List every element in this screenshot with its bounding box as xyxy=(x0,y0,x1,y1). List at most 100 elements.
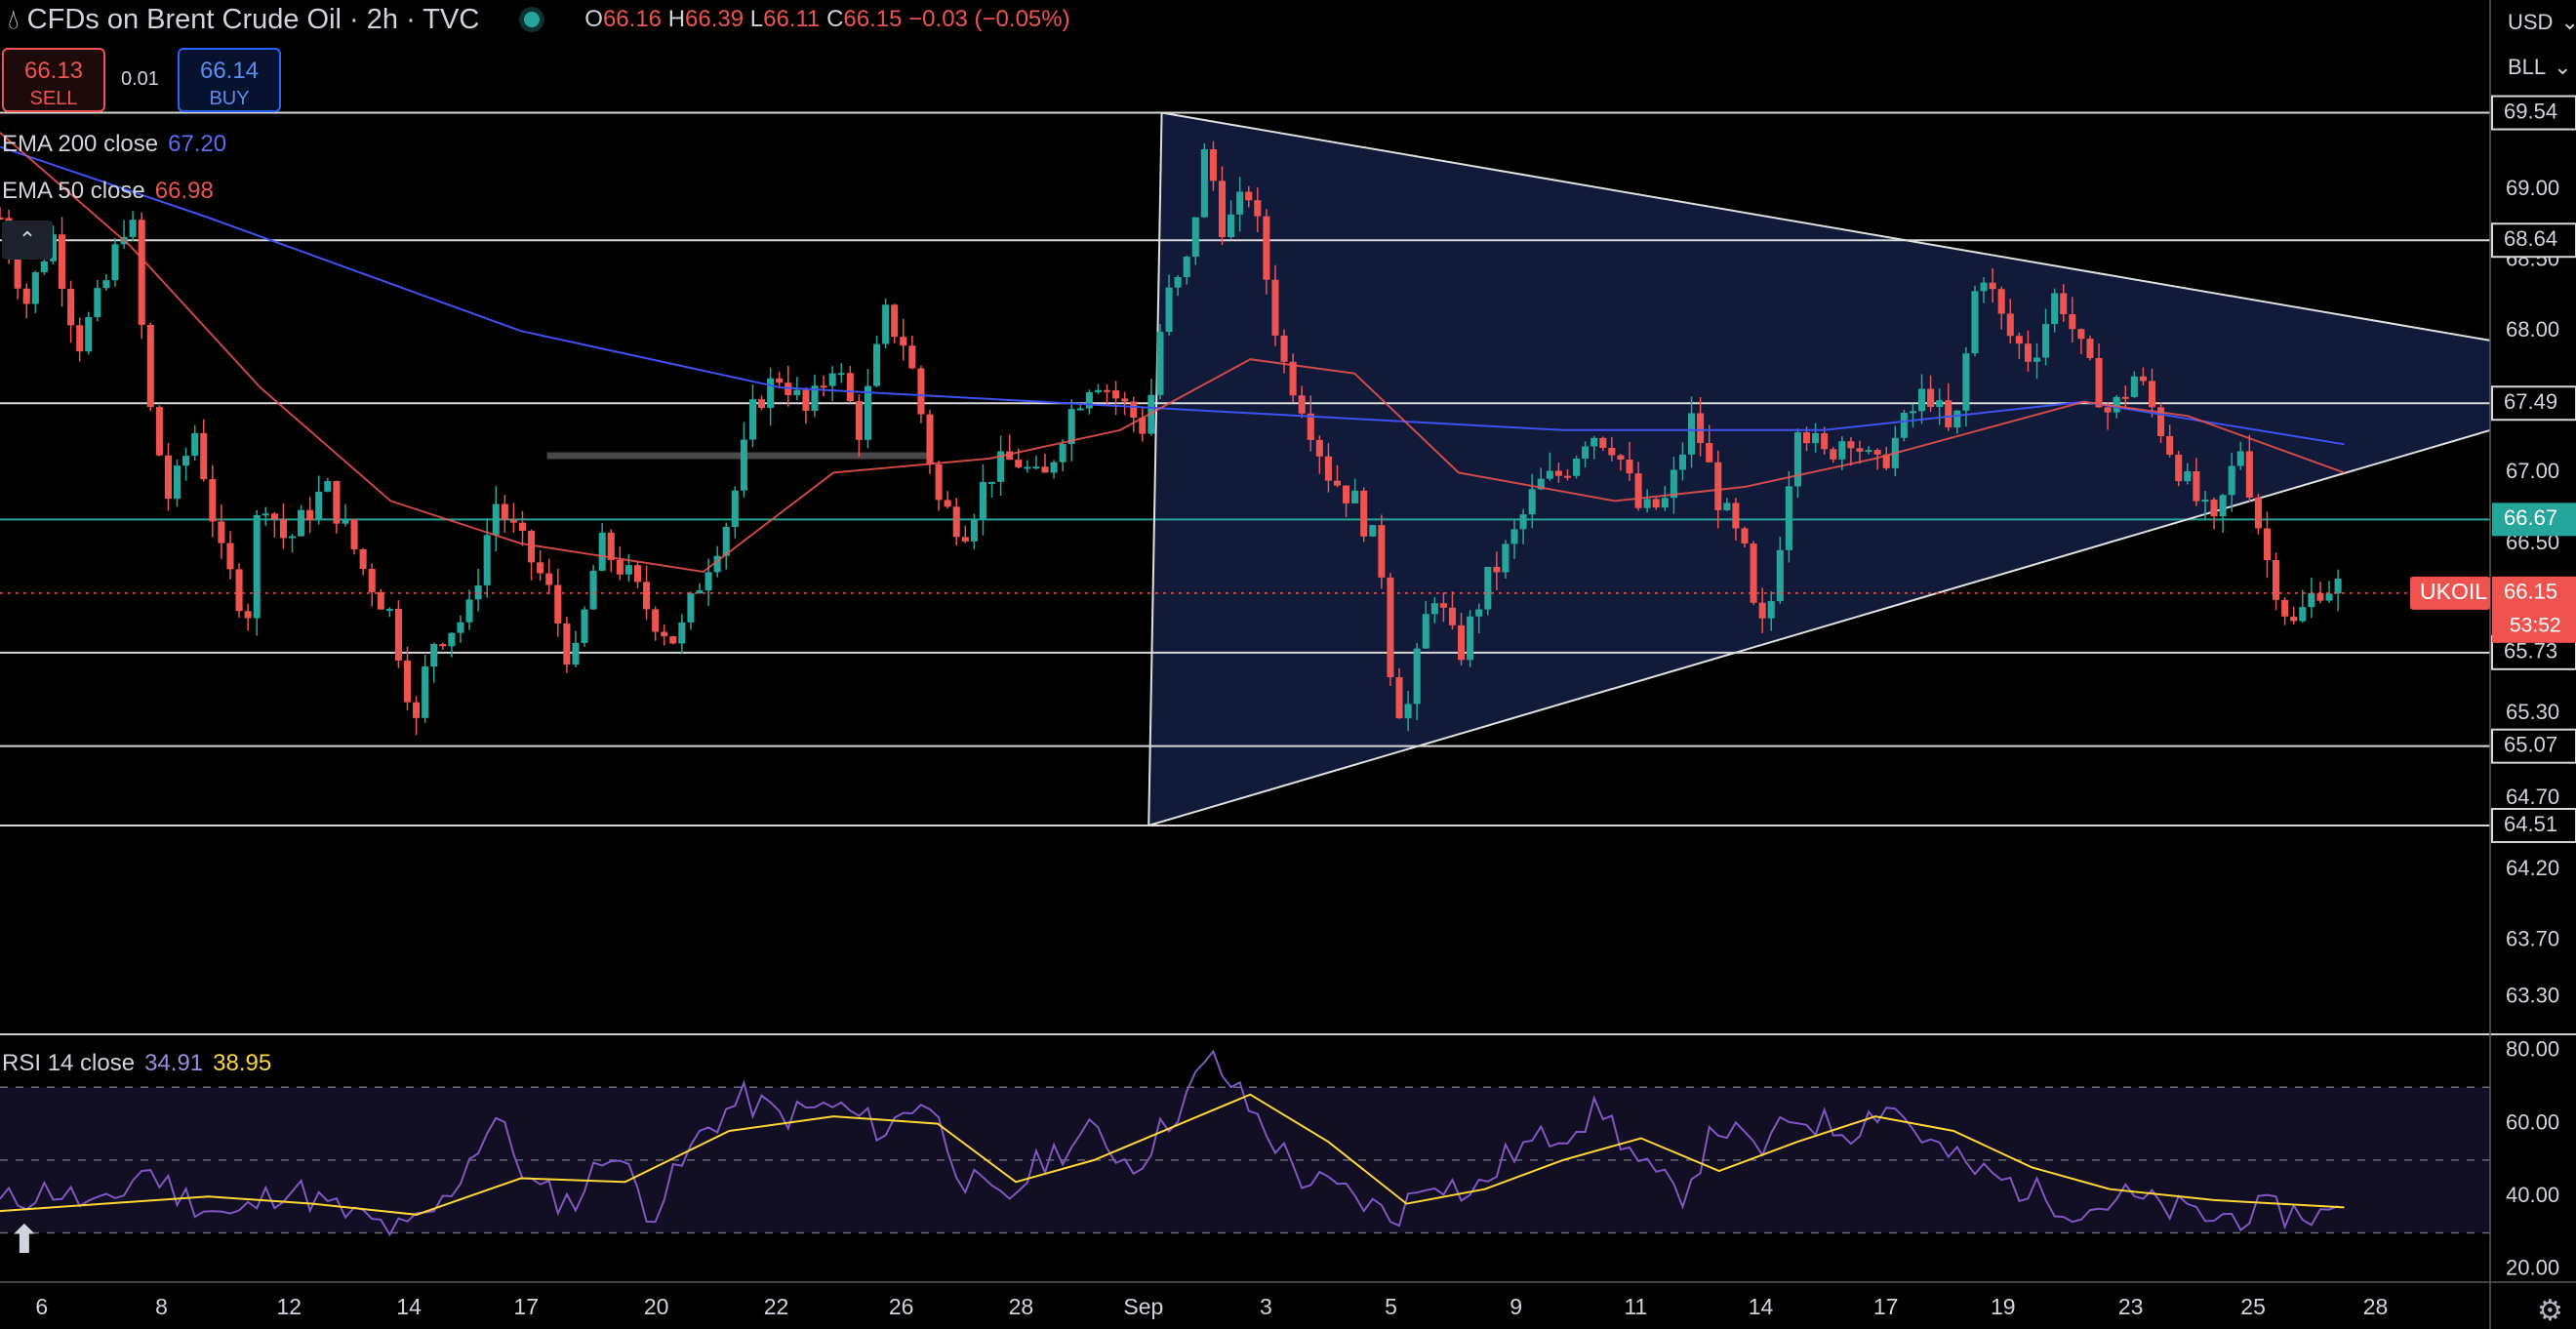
candle-body xyxy=(572,642,580,665)
candle-body xyxy=(1909,411,1916,414)
candle-body xyxy=(483,535,491,585)
market-status-icon[interactable] xyxy=(524,12,541,27)
spread-value: 0.01 xyxy=(121,68,159,90)
candle-body xyxy=(2299,607,2307,622)
candle-body xyxy=(669,636,677,644)
candle-body xyxy=(1812,432,1820,444)
candle-body xyxy=(1333,480,1342,486)
ema-200-legend[interactable]: EMA 200 close 67.20 xyxy=(2,131,226,158)
candle-body xyxy=(2148,381,2156,408)
ema-50-legend[interactable]: EMA 50 close 66.98 xyxy=(2,178,214,205)
candle-body xyxy=(394,608,402,661)
candle-body xyxy=(2069,314,2076,330)
candle-body xyxy=(1121,398,1129,402)
candle-body xyxy=(1165,287,1173,333)
high-label: H xyxy=(667,6,686,32)
symbol-title[interactable]: 💧︎ CFDs on Brent Crude Oil · 2h · TVC xyxy=(8,4,479,36)
candle-body xyxy=(1112,390,1120,399)
rsi-tick-label: 40.00 xyxy=(2506,1183,2559,1207)
candle-body xyxy=(1617,455,1625,460)
candle-body xyxy=(1900,413,1908,438)
candle-body xyxy=(2042,324,2050,358)
time-tick-label: 22 xyxy=(764,1294,789,1319)
main-pane[interactable] xyxy=(0,111,2576,1035)
ema-50-value: 66.98 xyxy=(154,178,214,204)
time-tick-label: 17 xyxy=(1873,1294,1899,1319)
candle-body xyxy=(616,559,624,575)
price-tick-label: 68.00 xyxy=(2506,317,2559,342)
tradingview-logo[interactable]: ⬆︎ xyxy=(8,1218,41,1263)
level-price-label: 64.51 xyxy=(2504,812,2557,836)
rsi-pane[interactable] xyxy=(0,1049,2576,1283)
candle-body xyxy=(1873,450,1881,455)
candle-body xyxy=(191,432,199,457)
sell-button[interactable]: 66.13 SELL xyxy=(2,48,105,112)
rsi-tick-label: 60.00 xyxy=(2506,1109,2559,1134)
candle-body xyxy=(731,490,739,527)
candle-body xyxy=(2273,559,2280,600)
candle-body xyxy=(14,254,21,289)
candle-body xyxy=(2121,396,2129,399)
settings-gear-icon[interactable]: ⚙︎ xyxy=(2537,1294,2563,1328)
candle-body xyxy=(1563,475,1572,478)
candle-body xyxy=(448,632,456,647)
sell-price: 66.13 xyxy=(23,58,84,84)
time-tick-label: 5 xyxy=(1385,1294,1397,1319)
price-tick-label: 63.30 xyxy=(2506,984,2559,1008)
candle-body xyxy=(1936,400,1944,408)
candle-body xyxy=(111,244,119,281)
triangle-pattern-fill xyxy=(1148,112,2490,826)
time-tick-label: 17 xyxy=(513,1294,539,1319)
time-tick-label: 8 xyxy=(155,1294,168,1319)
candle-body xyxy=(1360,490,1368,537)
candle-body xyxy=(2051,293,2059,325)
candle-body xyxy=(76,325,84,352)
ema-50-label: EMA 50 close xyxy=(2,178,145,204)
candle-body xyxy=(1484,566,1492,610)
ema-200-label: EMA 200 close xyxy=(2,131,159,157)
candle-body xyxy=(235,569,243,612)
candle-body xyxy=(1094,389,1102,392)
level-price-label: 68.64 xyxy=(2504,226,2557,251)
close-value: 66.15 xyxy=(843,6,903,32)
candle-body xyxy=(1830,449,1837,460)
price-tick-label: 64.20 xyxy=(2506,856,2559,880)
candle-body xyxy=(1927,388,1935,408)
candle-body xyxy=(1838,441,1846,460)
candle-body xyxy=(244,611,252,619)
unit-select[interactable]: BLL ⌄ xyxy=(2494,45,2576,90)
candle-body xyxy=(1015,460,1023,467)
candle-body xyxy=(1130,401,1138,419)
candle-body xyxy=(1351,490,1359,503)
candle-body xyxy=(767,378,775,409)
candle-body xyxy=(1076,408,1084,411)
candle-body xyxy=(2210,500,2218,517)
currency-select[interactable]: USD ⌄ xyxy=(2494,0,2576,45)
candle-body xyxy=(2201,500,2209,503)
candle-body xyxy=(1174,276,1182,288)
time-axis[interactable]: 6 8 12 14 17 20 22 26 28 Sep 3 5 9 11 14 17 19 23 25 28 xyxy=(35,1294,2388,1319)
candle-body xyxy=(359,548,367,569)
candle-body xyxy=(2184,471,2192,482)
candle-body xyxy=(1706,443,1713,463)
candle-body xyxy=(1298,395,1306,414)
candle-body xyxy=(22,288,30,304)
candle-body xyxy=(1847,441,1855,449)
candle-body xyxy=(1200,149,1208,218)
buy-button[interactable]: 66.14 BUY xyxy=(178,48,281,112)
candle-body xyxy=(146,324,154,408)
collapse-legend-button[interactable]: ⌃ xyxy=(2,221,53,260)
candle-body xyxy=(1448,607,1457,625)
candle-body xyxy=(2113,396,2120,413)
candle-body xyxy=(368,568,376,592)
time-tick-label: Sep xyxy=(1123,1294,1163,1319)
rsi-legend[interactable]: RSI 14 close 34.91 38.95 xyxy=(2,1050,271,1077)
candle-body xyxy=(802,389,810,411)
price-chart[interactable]: 69.0068.5068.0067.0066.5065.3064.7064.20… xyxy=(0,0,2576,1329)
candle-body xyxy=(855,401,863,440)
candle-body xyxy=(253,514,261,619)
candle-body xyxy=(2130,376,2138,397)
sell-label: SELL xyxy=(29,88,78,109)
candle-body xyxy=(926,414,934,464)
candle-body xyxy=(900,337,907,346)
